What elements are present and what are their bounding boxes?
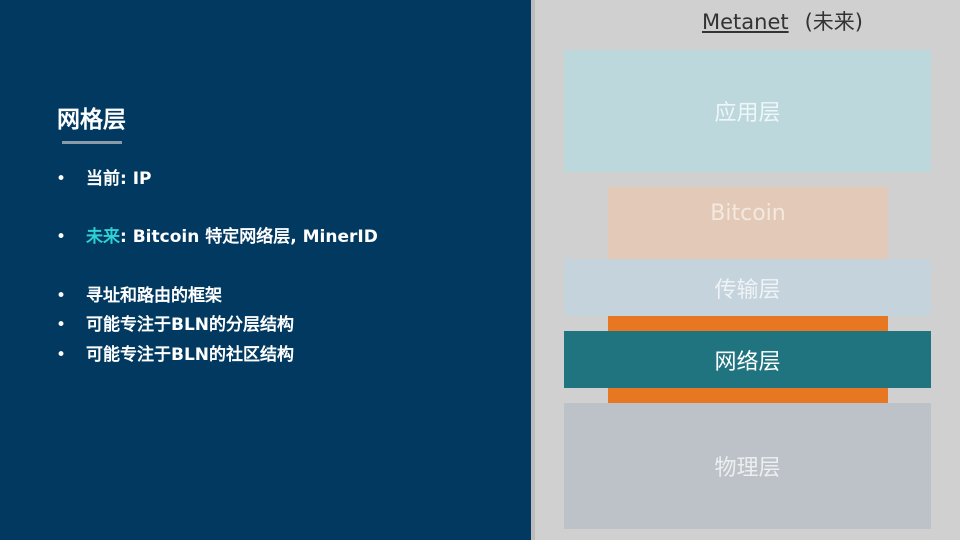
slide-title: 网格层 <box>57 107 126 133</box>
bullet-dot: • <box>56 286 67 306</box>
metanet-label: Metanet <box>702 10 789 34</box>
layer-network: 网络层 <box>564 331 931 388</box>
bullet-text: 寻址和路由的框架 <box>86 286 222 306</box>
bullet-dot: • <box>56 227 67 247</box>
bullet-addressing: • 寻址和路由的框架 <box>56 281 222 306</box>
bullet-text: 可能专注于BLN的分层结构 <box>86 315 295 335</box>
bullet-hierarchy: • 可能专注于BLN的分层结构 <box>56 310 294 335</box>
bullet-current: • 当前: IP <box>56 164 152 189</box>
bullet-text: : Bitcoin 特定网络层, MinerID <box>120 227 378 247</box>
left-panel: 网格层 • 当前: IP • 未来: Bitcoin 特定网络层, MinerID … <box>0 0 531 540</box>
title-underline <box>62 141 122 144</box>
slide: 网格层 • 当前: IP • 未来: Bitcoin 特定网络层, MinerID … <box>0 0 960 540</box>
bullet-highlight: 未来 <box>86 227 120 247</box>
bullet-community: • 可能专注于BLN的社区结构 <box>56 340 294 365</box>
diagram-header: Metanet (未来) <box>702 6 863 36</box>
bullet-text: 可能专注于BLN的社区结构 <box>86 345 295 365</box>
future-label: (未来) <box>804 10 863 34</box>
bullet-dot: • <box>56 345 67 365</box>
layer-transport: 传输层 <box>564 259 931 316</box>
layer-bitcoin: Bitcoin <box>608 187 888 259</box>
bullet-text: 当前: IP <box>86 169 152 189</box>
layer-application: 应用层 <box>564 50 931 172</box>
bullet-dot: • <box>56 315 67 335</box>
bullet-dot: • <box>56 169 67 189</box>
bullet-future: • 未来: Bitcoin 特定网络层, MinerID <box>56 222 378 247</box>
layer-physical: 物理层 <box>564 403 931 529</box>
